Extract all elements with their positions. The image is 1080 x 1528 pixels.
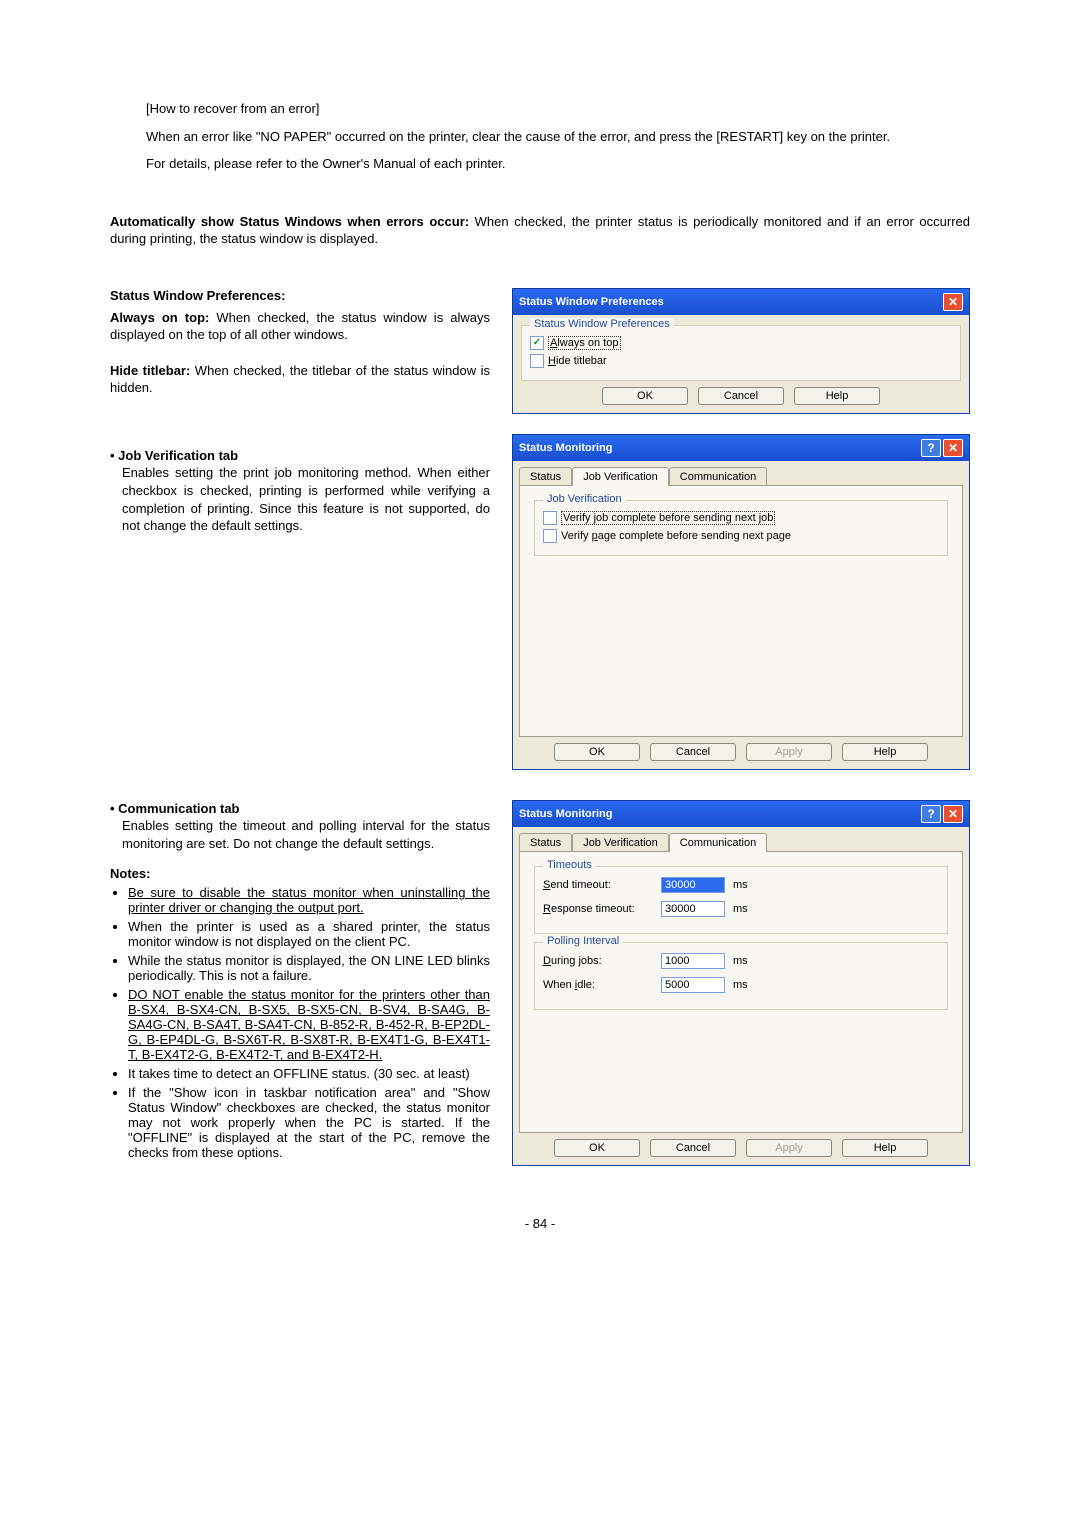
chk-hide-titlebar[interactable]: Hide titlebar [530,354,952,368]
tab-communication[interactable]: Communication [669,467,767,486]
chk-verify-page[interactable]: Verify page complete before sending next… [543,529,939,543]
notes-title: Notes: [110,866,490,881]
dlg-jv-title-text: Status Monitoring [519,442,613,454]
jobv-body: Enables setting the print job monitoring… [110,464,490,534]
apply-button[interactable]: Apply [746,1139,832,1157]
comm-body: Enables setting the timeout and polling … [110,817,490,852]
page-number: - 84 - [110,1216,970,1231]
tab-status[interactable]: Status [519,467,572,486]
polling-legend: Polling Interval [543,935,623,947]
dlg-status-monitoring-jv: Status Monitoring ? ✕ Status Job Verific… [512,434,970,770]
dlg-cm-title-text: Status Monitoring [519,808,613,820]
help-button[interactable]: Help [842,1139,928,1157]
tab-body-comm: Timeouts Send timeout: 30000 ms Response… [519,851,963,1133]
dlg-swp-group-legend: Status Window Preferences [530,318,674,330]
cancel-button[interactable]: Cancel [698,387,784,405]
jobv-block: • Job Verification tab Enables setting t… [110,447,490,535]
tab-job-verification[interactable]: Job Verification [572,467,669,486]
note-5: It takes time to detect an OFFLINE statu… [128,1066,490,1081]
checkbox-icon [530,354,544,368]
timeouts-legend: Timeouts [543,859,596,871]
comm-block: • Communication tab Enables setting the … [110,800,490,853]
tab-body-jv: Job Verification Verify job complete bef… [519,485,963,737]
swp-heading: Status Window Preferences: [110,288,490,303]
row-during-jobs: During jobs: 1000 ms [543,953,939,969]
note-6: If the "Show icon in taskbar notificatio… [128,1085,490,1160]
comm-head: • Communication tab [110,800,490,818]
notes-list: Be sure to disable the status monitor wh… [110,885,490,1160]
close-icon[interactable]: ✕ [943,293,963,311]
auto-show-paragraph: Automatically show Status Windows when e… [110,213,970,248]
comm-right: Status Monitoring ? ✕ Status Job Verific… [512,800,970,1186]
tabstrip: Status Job Verification Communication [519,467,963,486]
note-3: While the status monitor is displayed, t… [128,953,490,983]
close-icon[interactable]: ✕ [943,805,963,823]
unit-ms: ms [733,903,748,915]
row-response-timeout: Response timeout: 30000 ms [543,901,939,917]
note-1: Be sure to disable the status monitor wh… [128,885,490,915]
row-when-idle: When idle: 5000 ms [543,977,939,993]
swp-row: Status Window Preferences: Always on top… [110,288,970,790]
comm-row: • Communication tab Enables setting the … [110,800,970,1186]
when-idle-input[interactable]: 5000 [661,977,725,993]
comm-left: • Communication tab Enables setting the … [110,800,490,1186]
checkbox-icon: ✓ [530,336,544,350]
ok-button[interactable]: OK [554,1139,640,1157]
cancel-button[interactable]: Cancel [650,1139,736,1157]
unit-ms: ms [733,979,748,991]
swp-aot: Always on top: When checked, the status … [110,309,490,344]
ok-button[interactable]: OK [602,387,688,405]
dlg-swp-title-text: Status Window Preferences [519,296,664,308]
tab-communication[interactable]: Communication [669,833,767,852]
during-jobs-input[interactable]: 1000 [661,953,725,969]
help-button[interactable]: Help [794,387,880,405]
chk-always-on-top[interactable]: ✓ Always on top [530,336,952,350]
recover-block: [How to recover from an error] When an e… [110,100,970,173]
swp-left: Status Window Preferences: Always on top… [110,288,490,790]
swp-aot-bold: Always on top: [110,310,209,325]
dlg-status-monitoring-comm: Status Monitoring ? ✕ Status Job Verific… [512,800,970,1166]
unit-ms: ms [733,879,748,891]
tab-status[interactable]: Status [519,833,572,852]
chk-verify-job[interactable]: Verify job complete before sending next … [543,511,939,525]
cancel-button[interactable]: Cancel [650,743,736,761]
dlg-cm-title: Status Monitoring ? ✕ [513,801,969,827]
ok-button[interactable]: OK [554,743,640,761]
close-icon[interactable]: ✕ [943,439,963,457]
swp-ht: Hide titlebar: When checked, the titleba… [110,362,490,397]
help-icon[interactable]: ? [921,805,941,823]
help-button[interactable]: Help [842,743,928,761]
jv-group-legend: Job Verification [543,493,626,505]
note-2: When the printer is used as a shared pri… [128,919,490,949]
response-timeout-input[interactable]: 30000 [661,901,725,917]
swp-right: Status Window Preferences ✕ Status Windo… [512,288,970,790]
row-send-timeout: Send timeout: 30000 ms [543,877,939,893]
swp-ht-bold: Hide titlebar: [110,363,190,378]
document-page: [How to recover from an error] When an e… [0,0,1080,1271]
dlg-swp: Status Window Preferences ✕ Status Windo… [512,288,970,414]
jobv-head: • Job Verification tab [110,447,490,465]
unit-ms: ms [733,955,748,967]
recover-title: [How to recover from an error] [146,100,970,118]
dlg-jv-title: Status Monitoring ? ✕ [513,435,969,461]
apply-button[interactable]: Apply [746,743,832,761]
checkbox-icon [543,511,557,525]
auto-show-bold: Automatically show Status Windows when e… [110,214,469,229]
help-icon[interactable]: ? [921,439,941,457]
recover-l1: When an error like "NO PAPER" occurred o… [146,128,970,146]
recover-l2: For details, please refer to the Owner's… [146,155,970,173]
send-timeout-input[interactable]: 30000 [661,877,725,893]
checkbox-icon [543,529,557,543]
note-4: DO NOT enable the status monitor for the… [128,987,490,1062]
tab-job-verification[interactable]: Job Verification [572,833,669,852]
dlg-swp-title: Status Window Preferences ✕ [513,289,969,315]
tabstrip: Status Job Verification Communication [519,833,963,852]
